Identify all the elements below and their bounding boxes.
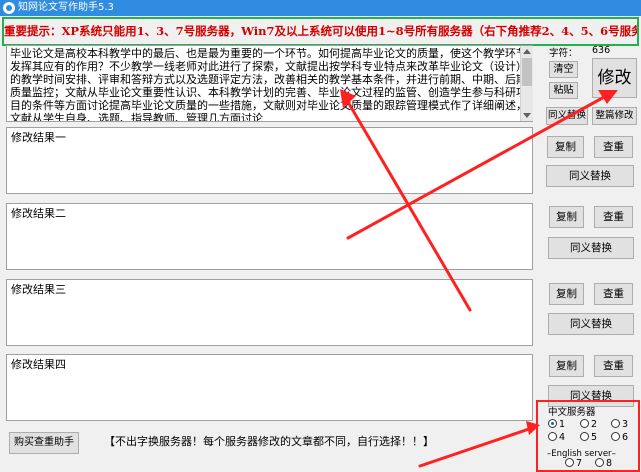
server-radio-2[interactable]: 2 <box>580 419 597 430</box>
result-box-1[interactable]: 修改结果一 <box>6 127 533 194</box>
radio-icon <box>611 419 620 428</box>
scroll-up-arrow-icon[interactable] <box>523 49 531 54</box>
title-bar: 知网论文写作助手5.3 <box>0 0 641 16</box>
notice-banner: 重要提示：XP系统只能用1、3、7号服务器，Win7及以上系统可以使用1~8号所… <box>2 17 639 46</box>
server-radio-5[interactable]: 5 <box>580 432 597 443</box>
synonym-button-2[interactable]: 同义替换 <box>548 237 634 259</box>
copy-button-1[interactable]: 复制 <box>547 136 584 158</box>
whole-fix-button[interactable]: 整篇修改 <box>592 107 637 125</box>
arrow-to-server-box <box>418 426 534 468</box>
paste-button[interactable]: 粘贴 <box>549 82 578 99</box>
fix-button[interactable]: 修改 <box>592 58 637 98</box>
english-server-label: –English server– <box>547 449 616 459</box>
copy-button-4[interactable]: 复制 <box>549 355 584 377</box>
check-button-3[interactable]: 查重 <box>594 283 633 305</box>
synonym-button-1[interactable]: 同义替换 <box>546 165 634 187</box>
arrowhead-icon <box>526 421 540 435</box>
clear-button[interactable]: 清空 <box>549 61 578 78</box>
radio-selected-icon <box>548 419 557 428</box>
scroll-thumb[interactable] <box>522 58 532 86</box>
server-radio-4[interactable]: 4 <box>548 432 565 443</box>
server-radio-8[interactable]: 8 <box>595 458 612 469</box>
radio-icon <box>580 432 589 441</box>
window-title: 知网论文写作助手5.3 <box>18 2 114 13</box>
result-box-2[interactable]: 修改结果二 <box>6 203 533 270</box>
server-tip-text: 【不出字换服务器！每个服务器修改的文章都不同，自行选择！！】 <box>104 435 434 448</box>
server-group: 中文服务器 1 2 3 4 5 6 –English server– 7 8 <box>543 407 639 469</box>
result-label-3: 修改结果三 <box>11 283 66 296</box>
scroll-down-arrow-icon[interactable] <box>523 113 531 118</box>
result-box-4[interactable]: 修改结果四 <box>6 354 533 421</box>
radio-icon <box>565 458 574 467</box>
source-textarea[interactable]: 毕业论文是高校本科教学中的最后、也是最为重要的一个环节。如何提高毕业论文的质量，… <box>6 45 533 122</box>
source-scrollbar[interactable] <box>520 46 533 121</box>
radio-icon <box>595 458 604 467</box>
check-button-1[interactable]: 查重 <box>594 136 633 158</box>
radio-icon <box>548 432 557 441</box>
check-button-2[interactable]: 查重 <box>594 206 633 228</box>
radio-icon <box>580 419 589 428</box>
app-icon <box>3 2 15 14</box>
copy-button-2[interactable]: 复制 <box>549 206 584 228</box>
server-radio-3[interactable]: 3 <box>611 419 628 430</box>
char-count-value: 636 <box>592 45 611 56</box>
server-radio-1[interactable]: 1 <box>548 419 565 430</box>
synonym-button-3[interactable]: 同义替换 <box>548 313 634 335</box>
result-label-2: 修改结果二 <box>11 207 66 220</box>
server-radio-7[interactable]: 7 <box>565 458 582 469</box>
check-button-4[interactable]: 查重 <box>594 355 633 377</box>
copy-button-3[interactable]: 复制 <box>549 283 584 305</box>
chinese-server-label: 中文服务器 <box>548 407 596 418</box>
server-radio-6[interactable]: 6 <box>611 432 628 443</box>
synonym-button-source[interactable]: 同义替换 <box>546 107 588 125</box>
char-count-label: 字符： <box>549 48 578 59</box>
result-box-3[interactable]: 修改结果三 <box>6 279 533 346</box>
result-label-4: 修改结果四 <box>11 358 66 371</box>
buy-check-helper-button[interactable]: 购买查重助手 <box>9 432 79 454</box>
radio-icon <box>611 432 620 441</box>
synonym-button-4[interactable]: 同义替换 <box>548 385 634 407</box>
result-label-1: 修改结果一 <box>11 131 66 144</box>
